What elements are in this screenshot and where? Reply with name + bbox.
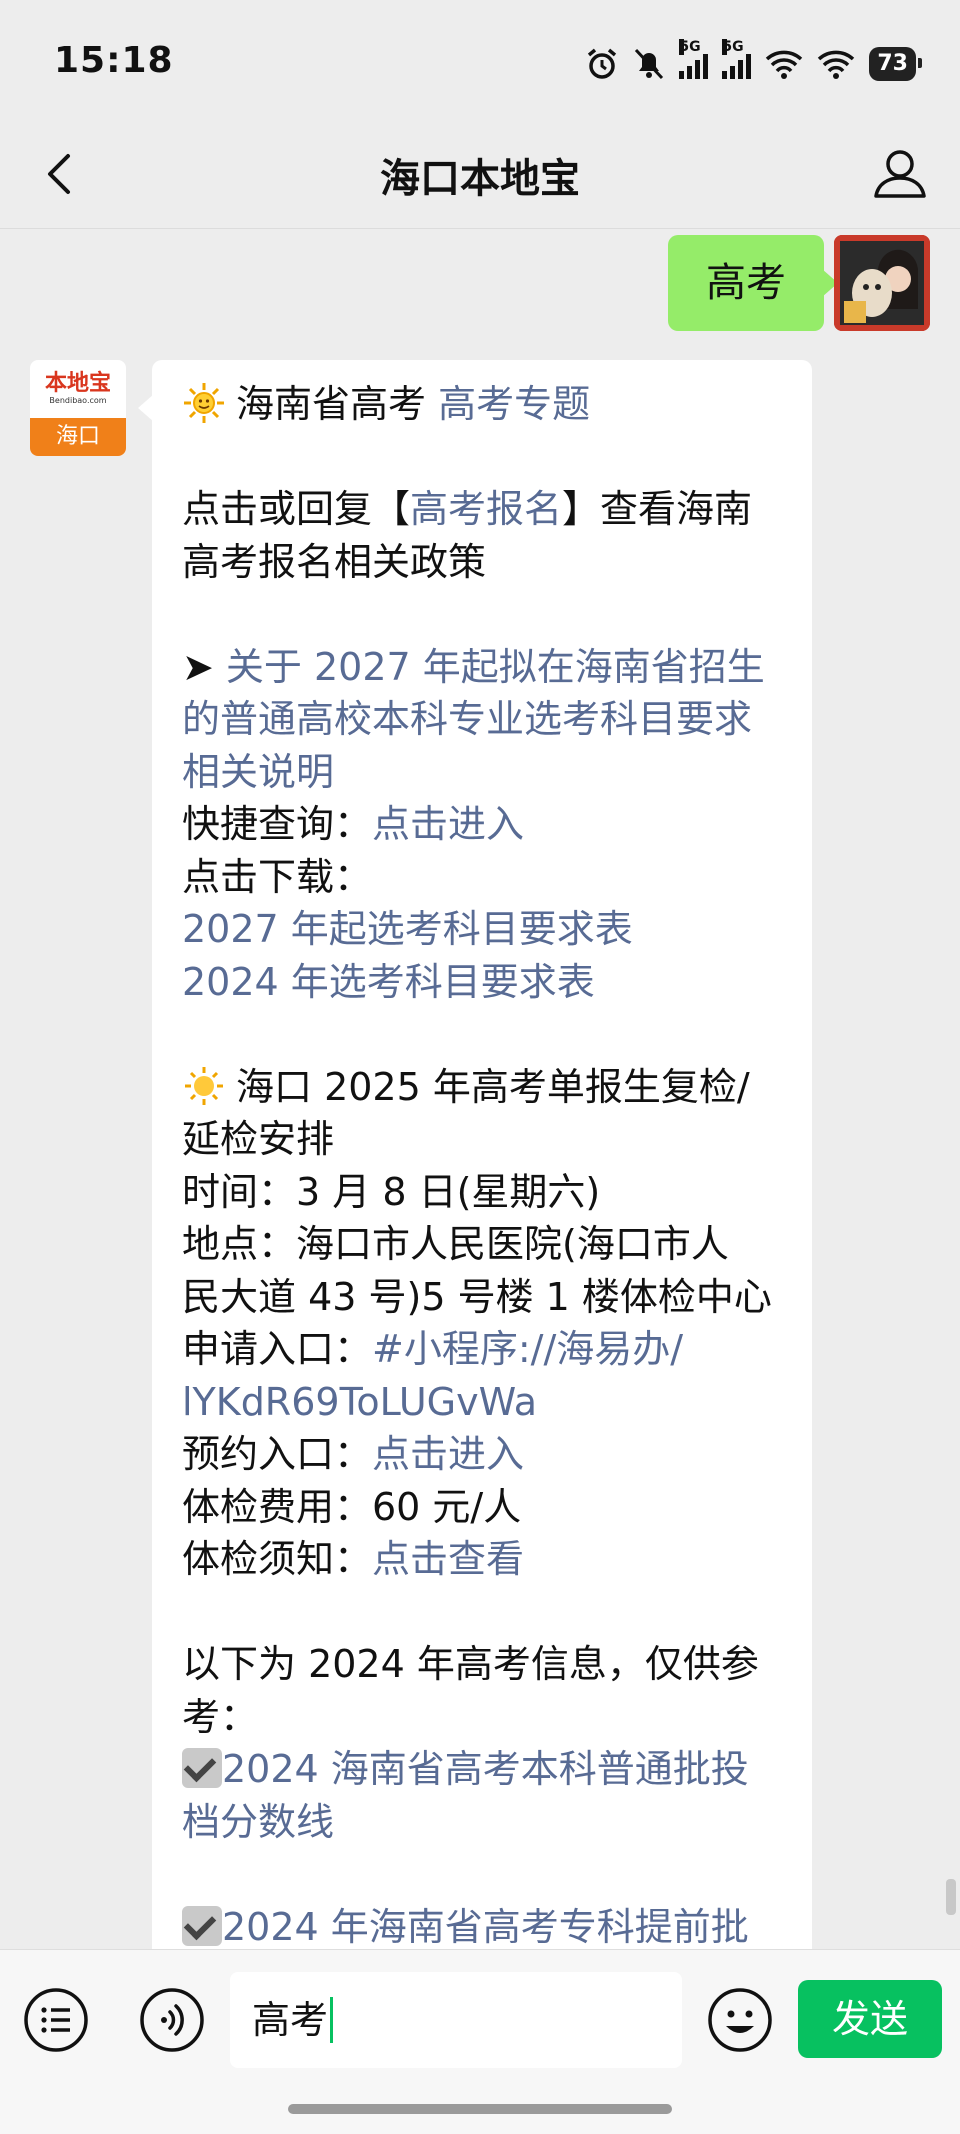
subject-requirements-link[interactable]: 关于 2027 年起拟在海南省招生 [226,645,765,689]
outgoing-message[interactable]: 高考 [668,235,838,331]
user-avatar[interactable] [834,235,930,331]
reply-line: 点击下载： [182,854,373,899]
reply-line: 时间：3 月 8 日(星期六) [182,1169,601,1214]
mini-program-link[interactable]: #小程序://海易办/ [372,1327,683,1371]
quick-query-link[interactable]: 点击进入 [372,802,524,846]
signal-5g-icon: 5G [679,39,709,79]
incoming-bubble: 海南省高考 高考专题 点击或回复【高考报名】查看海南 高考报名相关政策 ➤ 关于… [138,360,812,1950]
reply-line: 海口 2025 年高考单报生复检/ [182,1061,784,1114]
mini-program-link-cont[interactable]: lYKdR69ToLUGvWa [182,1376,784,1429]
reply-line: 2024 年海南省高考专科提前批 [182,1901,784,1950]
input-value: 高考 [252,1998,329,2042]
wifi-icon-2 [817,44,855,84]
reply-line: ➤ 关于 2027 年起拟在海南省招生 [182,641,784,694]
reply-line: 海南省高考 高考专题 [182,378,784,431]
home-indicator[interactable] [288,2104,672,2114]
reply-line: 2024 海南省高考本科普通批投 [182,1743,784,1796]
reply-line: 地点：海口市人民医院(海口市人 [182,1222,729,1266]
scrollbar-thumb[interactable] [946,1879,956,1915]
reply-line: 点击或回复【高考报名】查看海南 [182,483,784,536]
reply-line: 高考报名相关政策 [182,539,487,584]
gaokao-topic-link[interactable]: 高考专题 [438,382,590,426]
reply-line: 申请入口：#小程序://海易办/ [182,1323,784,1376]
reexam-heading: 海口 2025 年高考单报生复检/ [236,1064,750,1109]
menu-list-icon[interactable] [22,1986,90,2054]
reply-line: 考： [182,1694,259,1739]
chat-area[interactable]: 高考 本地宝 Bendibao.com 海口 海南省高考 高考专题 点击或回复【… [0,229,960,1949]
text: 】查看海南 [562,487,753,531]
gaokao-register-link[interactable]: 高考报名 [410,487,562,531]
send-button[interactable]: 发送 [798,1980,942,2058]
bot-logo-text: 本地宝 [44,371,111,396]
score-line-link[interactable]: 2024 海南省高考本科普通批投 [222,1747,749,1791]
checkbox-icon [182,1748,222,1788]
nav-bar: 海口本地宝 [0,120,960,229]
input-bar: 高考 发送 [0,1949,960,2134]
emoji-icon[interactable] [706,1986,774,2054]
chat-title: 海口本地宝 [380,156,580,202]
reply-line: 体检费用：60 元/人 [182,1484,522,1529]
text: 体检须知： [182,1537,373,1581]
subject-requirements-link-cont[interactable]: 相关说明 [182,746,784,799]
text: 预约入口： [182,1432,373,1476]
download-2027-link[interactable]: 2027 年起选考科目要求表 [182,903,784,956]
reply-line: 民大道 43 号)5 号楼 1 楼体检中心 [182,1274,772,1319]
wifi-icon [765,44,803,84]
reply-line: 以下为 2024 年高考信息，仅供参 [182,1642,759,1686]
status-icons: 5G 5G 73 [585,39,922,84]
text: 点击或回复【 [182,487,411,531]
reply-line: 延检安排 [182,1117,335,1161]
reply-line: 体检须知：点击查看 [182,1533,784,1586]
sun-icon [182,1064,226,1108]
mute-bell-icon [633,44,665,84]
bot-logo-sub: Bendibao.com [49,396,107,405]
exam-notice-link[interactable]: 点击查看 [372,1537,524,1581]
bot-logo: 本地宝 Bendibao.com [30,360,126,418]
vocational-batch-link[interactable]: 2024 年海南省高考专科提前批 [222,1905,749,1949]
bot-avatar[interactable]: 本地宝 Bendibao.com 海口 [30,360,126,456]
text: 快捷查询： [182,802,373,846]
reply-line: 预约入口：点击进入 [182,1428,784,1481]
sun-emoji-icon [182,381,226,425]
subject-requirements-link-cont[interactable]: 的普通高校本科专业选考科目要求 [182,693,784,746]
text: 申请入口： [182,1327,373,1371]
outgoing-bubble[interactable]: 高考 [668,235,838,331]
arrow-icon: ➤ [182,644,226,689]
message-input[interactable]: 高考 [230,1972,682,2068]
reply-heading: 海南省高考 [236,382,439,426]
appointment-link[interactable]: 点击进入 [372,1432,524,1476]
user-profile-icon[interactable] [868,142,932,206]
status-time: 15:18 [54,40,174,81]
bot-city-label: 海口 [30,418,126,456]
alarm-icon [585,44,619,84]
status-bar: 15:18 5G 5G 73 [0,0,960,120]
text-caret [330,1997,334,2043]
battery-indicator: 73 [869,47,922,81]
reply-line: 快捷查询：点击进入 [182,798,784,851]
checkbox-icon [182,1905,222,1946]
score-line-link-cont[interactable]: 档分数线 [182,1796,784,1849]
signal-5g-icon-2: 5G [722,39,752,79]
download-2024-link[interactable]: 2024 年选考科目要求表 [182,956,784,1009]
voice-icon[interactable] [138,1986,206,2054]
